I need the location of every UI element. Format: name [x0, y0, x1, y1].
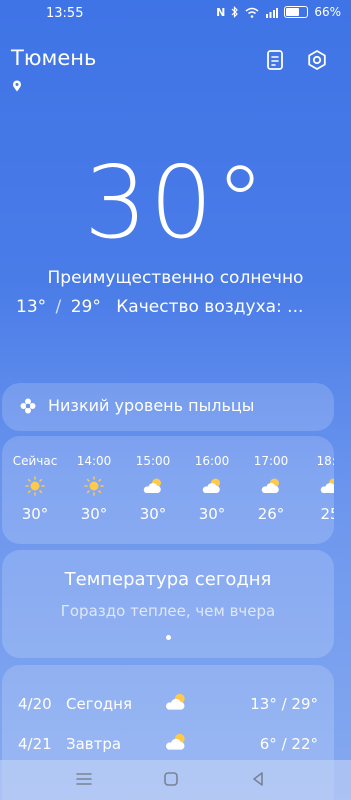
day-date: 4/20 [18, 695, 52, 713]
hourly-item: 17:00 26° [246, 454, 296, 523]
temperature-range-line: 13° / 29° Качество воздуха: ... [16, 297, 303, 317]
sun-icon [84, 476, 104, 496]
back-button[interactable] [246, 768, 270, 790]
city-name[interactable]: Тюмень [11, 46, 96, 70]
hourly-item: 18:0 25 [305, 454, 334, 523]
hour-time: 14:00 [76, 454, 112, 468]
today-subtitle: Гораздо теплее, чем вчера [60, 602, 276, 620]
day-date: 4/21 [18, 735, 52, 753]
partly-cloudy-icon [320, 478, 334, 493]
navigation-bar [0, 760, 351, 800]
status-time: 13:55 [46, 6, 84, 21]
air-quality-link[interactable]: Качество воздуха: ... [116, 297, 303, 317]
today-title: Температура сегодня [64, 569, 272, 590]
hour-time: 16:00 [194, 454, 230, 468]
hourly-item: 15:00 30° [128, 454, 178, 523]
bluetooth-icon [231, 6, 239, 18]
current-temperature: 30° [83, 144, 268, 261]
hour-time: 18:0 [316, 454, 334, 468]
settings-icon[interactable] [306, 49, 328, 71]
partly-cloudy-icon [166, 693, 185, 710]
signal-icon [266, 7, 279, 18]
report-icon[interactable] [264, 49, 286, 71]
partly-cloudy-icon [261, 478, 279, 493]
status-bar: 13:55 N 66% [0, 0, 351, 28]
hour-temp: 25 [320, 505, 334, 523]
daily-row[interactable]: 4/20 Сегодня 13° / 29° [2, 689, 334, 719]
day-temps: 6° / 22° [259, 735, 318, 753]
pollen-label: Низкий уровень пыльцы [48, 396, 255, 415]
day-temps: 13° / 29° [250, 695, 318, 713]
status-icons: N 66% [216, 5, 341, 19]
pollen-card[interactable]: Низкий уровень пыльцы [2, 383, 334, 431]
weather-condition: Преимущественно солнечно [47, 268, 304, 288]
partly-cloudy-icon [143, 478, 161, 493]
wifi-icon [245, 7, 259, 18]
partly-cloudy-icon [166, 733, 185, 750]
nfc-icon: N [216, 5, 226, 19]
battery-icon [284, 6, 309, 18]
location-pin-icon [13, 80, 21, 92]
hourly-item: 16:00 30° [187, 454, 237, 523]
low-temp: 13° [16, 297, 47, 317]
hourly-item: 14:00 30° [69, 454, 119, 523]
menu-button[interactable] [72, 768, 96, 790]
high-temp: 29° [70, 297, 101, 317]
battery-percent: 66% [314, 5, 341, 19]
hour-temp: 26° [257, 505, 285, 523]
hour-time: 15:00 [135, 454, 171, 468]
hour-temp: 30° [139, 505, 167, 523]
temp-separator: / [55, 297, 62, 317]
hour-temp: 30° [80, 505, 108, 523]
flower-icon [20, 398, 36, 414]
hour-temp: 30° [21, 505, 49, 523]
hour-temp: 30° [198, 505, 226, 523]
hour-time: Сейчас [12, 454, 58, 468]
hour-time: 17:00 [253, 454, 289, 468]
hourly-forecast[interactable]: Сейчас 30° 14:00 30° 15:00 30° 16:00 30°… [2, 436, 334, 544]
day-name: Сегодня [66, 695, 132, 713]
hourly-item: Сейчас 30° [10, 454, 60, 523]
today-temperature-card[interactable]: Температура сегодня Гораздо теплее, чем … [2, 550, 334, 658]
partly-cloudy-icon [202, 478, 220, 493]
sun-icon [25, 476, 45, 496]
home-button[interactable] [159, 768, 183, 790]
page-indicator-dot [166, 635, 171, 640]
daily-row[interactable]: 4/21 Завтра 6° / 22° [2, 729, 334, 759]
day-name: Завтра [66, 735, 122, 753]
